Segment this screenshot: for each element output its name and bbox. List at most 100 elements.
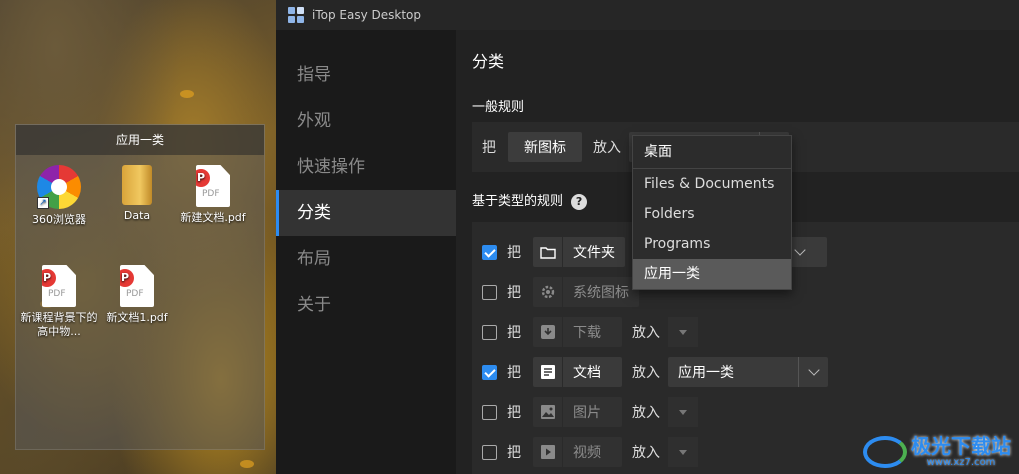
browser-360-icon: ↗ — [37, 165, 81, 209]
rule-checkbox[interactable] — [482, 244, 497, 260]
desktop-icon-data-folder[interactable]: Data — [96, 165, 178, 223]
desktop-icon-pdf[interactable]: P PDF 新建文档.pdf — [172, 165, 254, 225]
type-rule-row: 把 下载 放入 — [482, 317, 698, 347]
shortcut-arrow-icon: ↗ — [37, 197, 49, 209]
leaf-decoration — [180, 90, 194, 98]
pdf-badge-icon: P — [120, 269, 134, 287]
pdf-badge-icon: P — [42, 269, 56, 287]
type-rule-row: 把 文档 放入 应用一类 — [482, 357, 828, 387]
rule-type-label: 视频 — [573, 445, 601, 461]
rule-checkbox[interactable] — [482, 404, 497, 420]
rule-type-label: 文档 — [573, 365, 601, 381]
type-rule-row: 把 图片 放入 — [482, 397, 698, 427]
desktop-icon-pdf[interactable]: P PDF 新课程背景下的高中物... — [18, 265, 100, 339]
watermark-url: www.xz7.com — [926, 457, 996, 468]
pdf-label: PDF — [202, 189, 220, 199]
rule-prefix: 把 — [507, 285, 521, 301]
rule-prefix: 把 — [507, 325, 521, 341]
watermark-text: 极光下载站 — [911, 434, 1011, 458]
rule-type-box[interactable]: 图片 — [533, 397, 622, 427]
sidebar: 指导 外观 快速操作 分类 布局 关于 — [276, 30, 456, 474]
dropdown-option-programs[interactable]: Programs — [633, 229, 791, 259]
type-rule-row: 把 视频 放入 — [482, 437, 698, 467]
put-into-label: 放入 — [593, 140, 621, 156]
rule-target-value: 应用一类 — [678, 365, 734, 381]
desktop-fence[interactable]: 应用一类 ↗ 360浏览器 Data P PDF 新建文档.pdf P PDF … — [15, 124, 265, 450]
watermark: 极光下载站 www.xz7.com — [863, 435, 1011, 468]
rule-prefix: 把 — [507, 405, 521, 421]
image-icon — [533, 397, 563, 427]
put-into-label: 放入 — [632, 325, 660, 341]
rule-type-box[interactable]: 文件夹 — [533, 237, 625, 267]
rule-prefix: 把 — [507, 445, 521, 461]
video-icon — [533, 437, 563, 467]
rule-checkbox[interactable] — [482, 364, 497, 380]
rule-type-box[interactable]: 系统图标 — [533, 277, 639, 307]
rule-type-box[interactable]: 视频 — [533, 437, 622, 467]
new-icon-button[interactable]: 新图标 — [508, 132, 582, 162]
title-bar[interactable]: iTop Easy Desktop — [276, 0, 1019, 30]
caret-down-icon[interactable] — [668, 317, 698, 347]
target-dropdown-menu: 桌面 Files & Documents Folders Programs 应用… — [632, 135, 792, 290]
folder-icon — [122, 165, 152, 205]
put-into-label: 放入 — [632, 365, 660, 381]
window-title: iTop Easy Desktop — [312, 8, 421, 22]
rule-checkbox[interactable] — [482, 444, 497, 460]
pdf-icon: P PDF — [120, 265, 154, 307]
rule-type-label: 文件夹 — [573, 245, 615, 261]
rule-type-box[interactable]: 下载 — [533, 317, 622, 347]
type-rules-heading: 基于类型的规则? — [472, 190, 588, 210]
sidebar-item-appearance[interactable]: 外观 — [276, 98, 456, 144]
sidebar-item-guide[interactable]: 指导 — [276, 52, 456, 98]
sidebar-item-layout[interactable]: 布局 — [276, 236, 456, 282]
desktop-icon-label: 360浏览器 — [32, 213, 86, 226]
rule-type-label: 下载 — [573, 325, 601, 341]
pdf-label: PDF — [48, 289, 66, 299]
caret-down-icon[interactable] — [668, 437, 698, 467]
type-rule-row: 把 系统图标 — [482, 277, 639, 307]
pdf-badge-icon: P — [196, 169, 210, 187]
pdf-icon: P PDF — [42, 265, 76, 307]
pdf-label: PDF — [126, 289, 144, 299]
help-icon[interactable]: ? — [571, 193, 588, 210]
leaf-decoration — [240, 460, 254, 468]
dropdown-option-folders[interactable]: Folders — [633, 199, 791, 229]
app-logo-icon — [288, 7, 304, 23]
rule-type-box[interactable]: 文档 — [533, 357, 622, 387]
sidebar-item-about[interactable]: 关于 — [276, 282, 456, 328]
rule-prefix: 把 — [482, 140, 496, 156]
type-rules-heading-text: 基于类型的规则 — [472, 194, 564, 209]
rule-prefix: 把 — [507, 245, 521, 261]
dropdown-option-files-documents[interactable]: Files & Documents — [633, 169, 791, 199]
dropdown-option-desktop[interactable]: 桌面 — [633, 136, 791, 169]
put-into-label: 放入 — [632, 405, 660, 421]
download-icon — [533, 317, 563, 347]
chevron-down-icon[interactable] — [798, 357, 828, 387]
caret-down-icon[interactable] — [668, 397, 698, 427]
sidebar-item-classify[interactable]: 分类 — [276, 190, 456, 236]
app-window: iTop Easy Desktop 指导 外观 快速操作 分类 布局 关于 分类… — [276, 0, 1019, 474]
desktop-icon-label: Data — [123, 209, 151, 222]
desktop-icon-label: 新课程背景下的高中物... — [20, 311, 98, 338]
gear-icon — [533, 277, 563, 307]
fence-title[interactable]: 应用一类 — [16, 125, 264, 155]
watermark-logo-icon — [863, 435, 907, 468]
desktop-icon-360-browser[interactable]: ↗ 360浏览器 — [18, 165, 100, 227]
rule-checkbox[interactable] — [482, 324, 497, 340]
rule-prefix: 把 — [507, 365, 521, 381]
page-title: 分类 — [472, 52, 505, 71]
pdf-icon: P PDF — [196, 165, 230, 207]
document-icon — [533, 357, 563, 387]
general-rules-heading: 一般规则 — [472, 100, 525, 115]
desktop-icon-label: 新文档1.pdf — [106, 311, 168, 324]
desktop-wallpaper: 应用一类 ↗ 360浏览器 Data P PDF 新建文档.pdf P PDF … — [0, 0, 276, 474]
desktop-icon-pdf[interactable]: P PDF 新文档1.pdf — [96, 265, 178, 325]
desktop-icon-label: 新建文档.pdf — [180, 211, 246, 224]
rule-target-select[interactable]: 应用一类 — [668, 357, 828, 387]
rule-checkbox[interactable] — [482, 284, 497, 300]
sidebar-item-quick-actions[interactable]: 快速操作 — [276, 144, 456, 190]
rule-type-label: 系统图标 — [573, 285, 629, 301]
folder-outline-icon — [533, 237, 563, 267]
dropdown-option-app-category[interactable]: 应用一类 — [633, 259, 791, 289]
put-into-label: 放入 — [632, 445, 660, 461]
